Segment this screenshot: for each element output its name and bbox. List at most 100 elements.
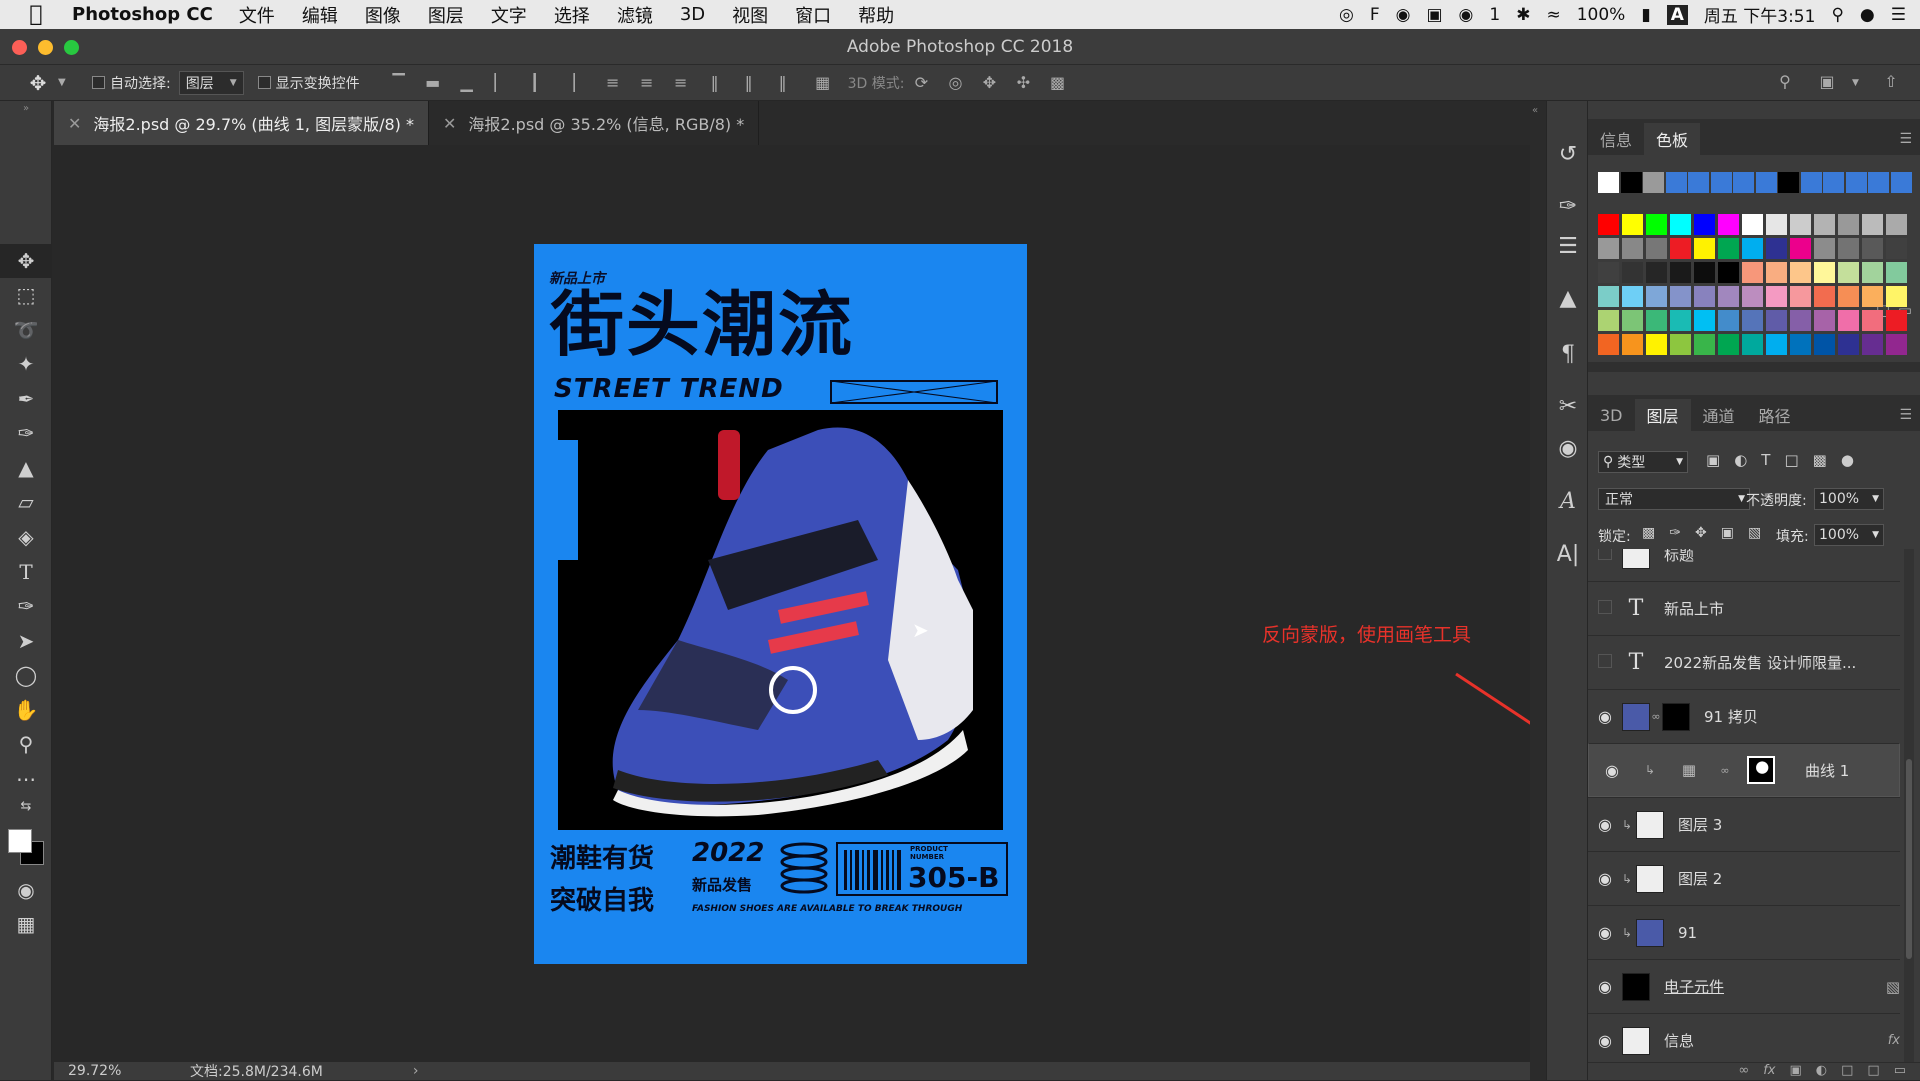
filter-toggle-icon[interactable]: ●: [1841, 451, 1854, 469]
swatch[interactable]: [1694, 262, 1715, 283]
eyedropper-tool-icon[interactable]: ✒: [0, 382, 52, 416]
spotlight-icon[interactable]: ⚲: [1831, 5, 1843, 25]
swatch[interactable]: [1814, 262, 1835, 283]
swatch[interactable]: [1886, 334, 1907, 355]
stamp-tool-icon[interactable]: ▲: [0, 451, 52, 485]
swatch[interactable]: [1845, 172, 1867, 193]
swatch[interactable]: [1862, 262, 1883, 283]
swatch[interactable]: [1622, 334, 1643, 355]
fill-input[interactable]: 100% ▼: [1814, 524, 1884, 546]
swatch[interactable]: [1670, 238, 1691, 259]
zoom-level[interactable]: 29.72%: [54, 1063, 146, 1079]
eye-icon[interactable]: ◉: [1588, 1031, 1622, 1050]
swatch[interactable]: [1790, 214, 1811, 235]
swatch[interactable]: [1838, 262, 1859, 283]
swatch[interactable]: [1646, 334, 1667, 355]
auto-select-checkbox[interactable]: [92, 75, 110, 91]
link-layers-icon[interactable]: ∞: [1738, 1063, 1749, 1080]
align-top-icon[interactable]: ▔: [382, 73, 416, 92]
swatch[interactable]: [1814, 238, 1835, 259]
tab-document-1[interactable]: ✕ 海报2.psd @ 29.7% (曲线 1, 图层蒙版/8) *: [54, 101, 429, 145]
swatch[interactable]: [1670, 334, 1691, 355]
align-left-icon[interactable]: ▏: [484, 73, 518, 92]
swatch[interactable]: [1838, 214, 1859, 235]
swatch[interactable]: [1886, 310, 1907, 331]
swatch[interactable]: [1862, 310, 1883, 331]
opacity-input[interactable]: 100% ▼: [1814, 488, 1884, 510]
foreground-color-swatch[interactable]: [8, 829, 32, 853]
fx-indicator-icon[interactable]: fx: [1888, 1033, 1900, 1048]
eye-icon[interactable]: ◉: [1588, 707, 1622, 726]
swatch[interactable]: [1862, 214, 1883, 235]
eye-icon[interactable]: ◉: [1588, 977, 1622, 996]
camera-3d-icon[interactable]: ▩: [1041, 73, 1075, 92]
wifi-icon[interactable]: ≈: [1546, 5, 1560, 25]
swatch[interactable]: [1868, 172, 1889, 193]
filter-type-icon[interactable]: T: [1761, 451, 1770, 469]
type-tool-icon[interactable]: T: [0, 555, 52, 589]
wechat-icon[interactable]: ◉: [1459, 5, 1474, 25]
swatch[interactable]: [1823, 172, 1844, 193]
swatch[interactable]: [1838, 238, 1859, 259]
search-icon[interactable]: ⚲: [1768, 72, 1802, 94]
swatch[interactable]: [1694, 214, 1715, 235]
swatch[interactable]: [1622, 262, 1643, 283]
input-method[interactable]: A: [1666, 4, 1688, 25]
chevron-down-icon[interactable]: ▼: [58, 77, 72, 88]
distribute-hcenter-icon[interactable]: ‖: [732, 73, 766, 92]
swap-colors-icon[interactable]: ⇆: [0, 796, 52, 816]
swatch[interactable]: [1814, 214, 1835, 235]
lock-transparent-icon[interactable]: ▩: [1642, 525, 1655, 541]
swatch[interactable]: [1646, 214, 1667, 235]
layer-row-selected[interactable]: ◉ ↳ ▦ ∞ 曲线 1: [1588, 743, 1900, 797]
swatch[interactable]: [1688, 172, 1709, 193]
move-tool-preset-icon[interactable]: ✥: [18, 71, 58, 95]
swatch[interactable]: [1718, 238, 1739, 259]
layer-row[interactable]: ◉ ↳ 图层 3: [1588, 797, 1900, 851]
swatch[interactable]: [1766, 334, 1787, 355]
swatch[interactable]: [1800, 172, 1822, 193]
swatch[interactable]: [1622, 238, 1643, 259]
swatch[interactable]: [1670, 310, 1691, 331]
clone-source-icon[interactable]: ▲: [1547, 281, 1589, 315]
battery-icon[interactable]: ▮: [1641, 5, 1650, 25]
lock-position-icon[interactable]: ✥: [1695, 525, 1707, 541]
swatch[interactable]: [1886, 286, 1907, 307]
layer-row[interactable]: T 2022新品发售 设计师限量...: [1588, 635, 1900, 689]
swatch[interactable]: [1814, 286, 1835, 307]
swatch[interactable]: [1733, 172, 1754, 193]
align-hcenter-icon[interactable]: ┃: [518, 73, 552, 92]
apple-icon[interactable]: : [0, 2, 72, 27]
distribute-bottom-icon[interactable]: ≡: [664, 73, 698, 92]
swatch[interactable]: [1718, 286, 1739, 307]
swatch[interactable]: [1598, 286, 1619, 307]
slide-3d-icon[interactable]: ✣: [1007, 73, 1041, 92]
adjustments-icon[interactable]: ☰: [1547, 229, 1589, 263]
visibility-toggle[interactable]: [1588, 549, 1622, 564]
close-tab-icon[interactable]: ✕: [443, 114, 456, 133]
swatch[interactable]: [1742, 238, 1763, 259]
roll-3d-icon[interactable]: ◎: [939, 73, 973, 92]
swatch[interactable]: [1598, 334, 1619, 355]
swatch[interactable]: [1778, 172, 1799, 193]
paint-bucket-tool-icon[interactable]: ◈: [0, 520, 52, 554]
layer-mask-thumbnail[interactable]: [1747, 756, 1775, 784]
swatch[interactable]: [1814, 310, 1835, 331]
link-icon[interactable]: ∞: [1719, 764, 1731, 777]
hand-tool-icon[interactable]: ✋: [0, 693, 52, 727]
panel-menu-icon[interactable]: ☰: [1891, 407, 1920, 431]
quick-mask-icon[interactable]: ◉: [0, 873, 52, 907]
menu-select[interactable]: 选择: [554, 2, 590, 28]
eye-icon[interactable]: ◉: [1588, 869, 1622, 888]
swatch[interactable]: [1766, 286, 1787, 307]
swatch[interactable]: [1665, 172, 1687, 193]
swatch[interactable]: [1598, 310, 1619, 331]
distribute-vcenter-icon[interactable]: ≡: [630, 73, 664, 92]
swatch[interactable]: [1790, 334, 1811, 355]
menu-layer[interactable]: 图层: [428, 2, 464, 28]
align-right-icon[interactable]: ▕: [552, 73, 586, 92]
swatch[interactable]: [1718, 262, 1739, 283]
filter-pixel-icon[interactable]: ▣: [1706, 451, 1720, 469]
fx-icon[interactable]: fx: [1763, 1063, 1775, 1080]
panel-menu-icon[interactable]: ☰: [1891, 131, 1920, 155]
